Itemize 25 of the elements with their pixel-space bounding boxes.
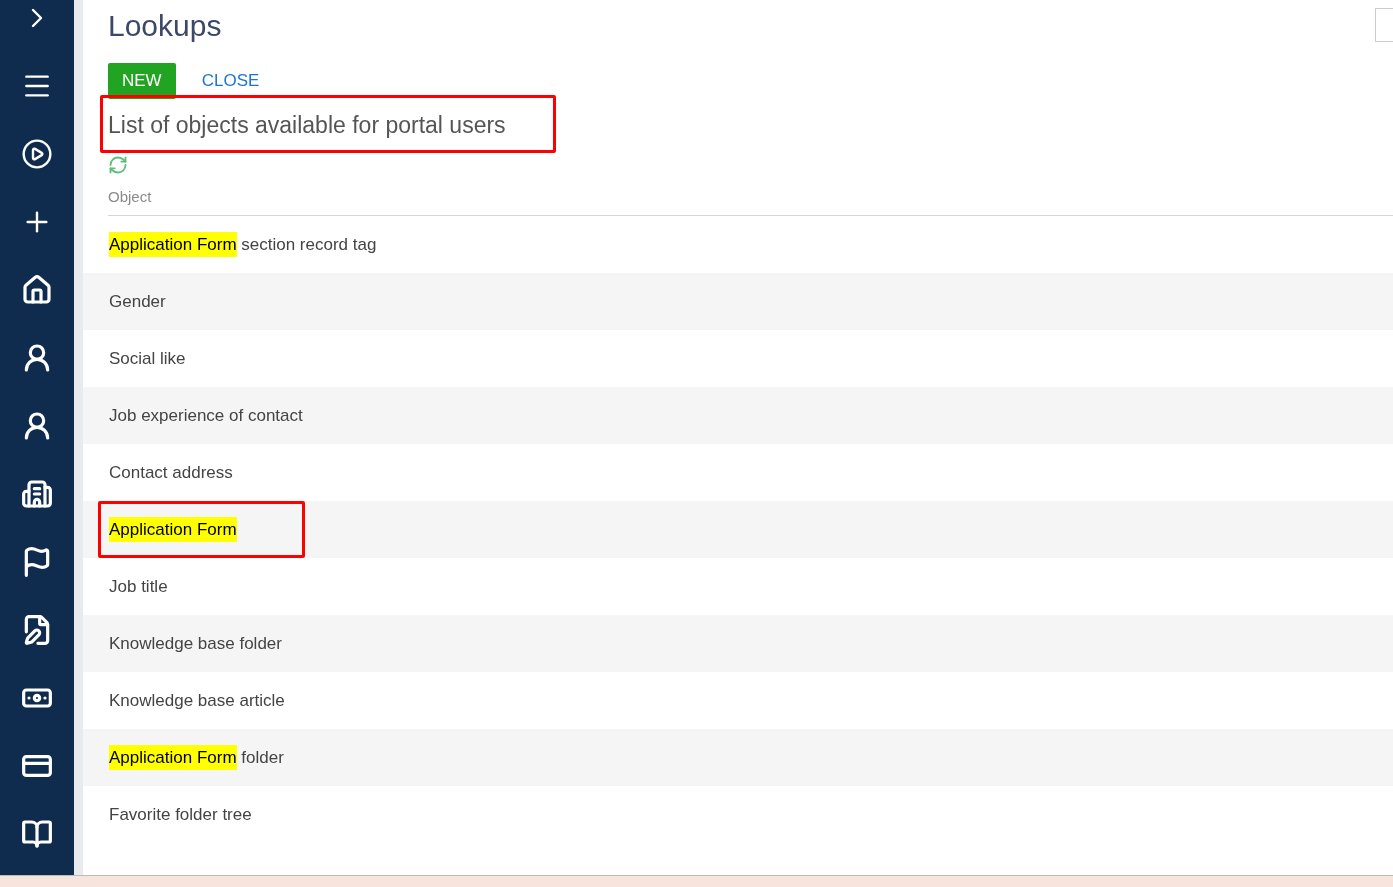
object-name: Knowledge base article <box>109 689 285 712</box>
object-name: Social like <box>109 347 186 370</box>
close-button[interactable]: CLOSE <box>201 63 260 99</box>
table-row[interactable]: Application Form <box>83 501 1393 558</box>
object-name: Job title <box>109 575 168 598</box>
highlighted-text: Application Form <box>109 231 237 258</box>
object-name: Gender <box>109 290 166 313</box>
book-icon[interactable] <box>21 818 53 850</box>
object-name: folder <box>240 746 284 769</box>
object-name: section record tag <box>240 233 377 256</box>
table-row[interactable]: Job experience of contact <box>83 387 1393 444</box>
object-name: Favorite folder tree <box>109 803 252 826</box>
object-name: Job experience of contact <box>109 404 303 427</box>
object-name: Contact address <box>109 461 233 484</box>
home-icon[interactable] <box>21 274 53 306</box>
highlighted-text: Application Form <box>109 516 237 543</box>
building-icon[interactable] <box>21 478 53 510</box>
object-name: Knowledge base folder <box>109 632 282 655</box>
table-row[interactable]: Knowledge base folder <box>83 615 1393 672</box>
table-row[interactable]: Application Form folder <box>83 729 1393 786</box>
play-circle-icon[interactable] <box>21 138 53 170</box>
section-title: List of objects available for portal users <box>108 111 506 140</box>
table-row[interactable]: Gender <box>83 273 1393 330</box>
highlighted-text: Application Form <box>109 744 237 771</box>
page-title: Lookups <box>108 8 222 44</box>
